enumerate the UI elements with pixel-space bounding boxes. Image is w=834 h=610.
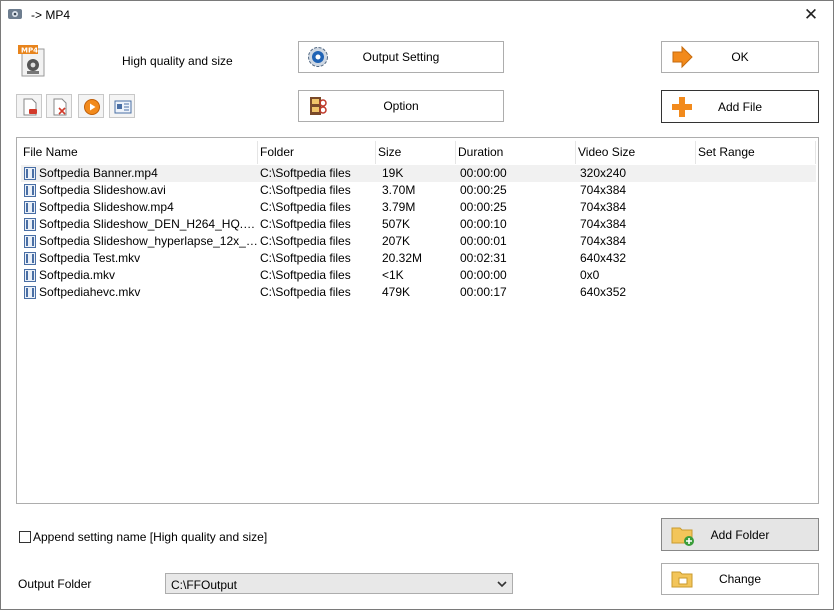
media-info-button[interactable]	[109, 94, 135, 118]
set-range-cell	[700, 233, 816, 250]
video-size-cell: 704x384	[580, 200, 627, 214]
output-setting-label: Output Setting	[362, 50, 440, 64]
folder-cell: C:\Softpedia files	[260, 251, 351, 265]
output-folder-select[interactable]: C:\FFOutput	[165, 573, 513, 594]
app-icon	[8, 9, 22, 19]
quality-label: High quality and size	[122, 54, 233, 68]
mp4-icon: MP4	[18, 45, 45, 77]
video-size-cell: 0x0	[580, 268, 600, 282]
append-setting-label: Append setting name [High quality and si…	[33, 530, 268, 544]
title-bar: -> MP4 ✕	[1, 1, 833, 29]
file-name-cell: Softpedia Test.mkv	[39, 251, 141, 265]
size-cell: 3.79M	[382, 200, 416, 214]
file-name-cell: Softpediahevc.mkv	[39, 285, 141, 299]
close-button[interactable]: ✕	[789, 1, 833, 29]
clear-list-button[interactable]	[46, 94, 72, 118]
folder-cell: C:\Softpedia files	[260, 285, 351, 299]
duration-cell: 00:00:00	[460, 268, 507, 282]
set-range-cell	[700, 284, 816, 301]
clear-list-icon	[53, 98, 67, 116]
video-size-cell: 704x384	[580, 183, 627, 197]
set-range-cell	[700, 267, 816, 284]
folder-cell: C:\Softpedia files	[260, 217, 351, 231]
main-window: -> MP4 ✕ MP4 High quality and size Outpu…	[0, 0, 834, 610]
file-list[interactable]: File Name Folder Size Duration Video Siz…	[16, 137, 819, 504]
remove-file-button[interactable]	[16, 94, 42, 118]
folder-cell: C:\Softpedia files	[260, 183, 351, 197]
set-range-cell	[700, 250, 816, 267]
change-label: Change	[718, 572, 762, 586]
set-range-cell	[700, 216, 816, 233]
table-row[interactable]: Softpedia Slideshow_DEN_H264_HQ.mp4 C:\So…	[21, 216, 816, 233]
table-row[interactable]: Softpediahevc.mkv C:\Softpedia files 479K 0…	[21, 284, 816, 301]
output-folder-label: Output Folder	[18, 577, 92, 591]
folder-cell: C:\Softpedia files	[260, 166, 351, 180]
folder-cell: C:\Softpedia files	[260, 234, 351, 248]
duration-cell: 00:00:10	[460, 217, 507, 231]
duration-cell: 00:00:01	[460, 234, 507, 248]
add-folder-label: Add Folder	[710, 527, 770, 542]
folder-cell: C:\Softpedia files	[260, 200, 351, 214]
duration-cell: 00:00:00	[460, 166, 507, 180]
add-file-button[interactable]: Add File	[661, 90, 819, 123]
file-list-header: File Name Folder Size Duration Video Siz…	[21, 141, 816, 164]
column-header-folder[interactable]: Folder	[258, 141, 376, 164]
play-button[interactable]	[78, 94, 104, 118]
file-name-cell: Softpedia Banner.mp4	[39, 166, 158, 180]
column-header-duration[interactable]: Duration	[456, 141, 576, 164]
table-row[interactable]: Softpedia Banner.mp4 C:\Softpedia files 19…	[21, 165, 816, 182]
window-title: -> MP4	[31, 8, 71, 22]
media-info-icon	[114, 100, 132, 114]
file-name-cell: Softpedia Slideshow.mp4	[39, 200, 174, 214]
size-cell: 3.70M	[382, 183, 416, 197]
column-header-video-size[interactable]: Video Size	[576, 141, 696, 164]
table-row[interactable]: Softpedia Slideshow.avi C:\Softpedia file…	[21, 182, 816, 199]
video-size-cell: 704x384	[580, 234, 627, 248]
video-size-cell: 640x432	[580, 251, 627, 265]
size-cell: 20.32M	[382, 251, 423, 265]
table-row[interactable]: Softpedia Slideshow.mp4 C:\Softpedia file…	[21, 199, 816, 216]
table-row[interactable]: Softpedia Test.mkv C:\Softpedia files 20.3…	[21, 250, 816, 267]
set-range-cell	[700, 182, 816, 199]
file-name-cell: Softpedia.mkv	[39, 268, 116, 282]
option-label: Option	[383, 99, 419, 113]
duration-cell: 00:00:25	[460, 183, 507, 197]
size-cell: <1K	[382, 268, 404, 282]
duration-cell: 00:00:17	[460, 285, 507, 299]
file-name-cell: Softpedia Slideshow_hyperlapse_12x_std..…	[39, 234, 258, 248]
duration-cell: 00:00:25	[460, 200, 507, 214]
remove-file-icon	[23, 98, 37, 116]
change-button[interactable]: Change	[661, 563, 819, 595]
size-cell: 207K	[382, 234, 411, 248]
duration-cell: 00:02:31	[460, 251, 507, 265]
ok-button[interactable]: OK	[661, 41, 819, 73]
output-folder-value: C:\FFOutput	[171, 578, 238, 592]
add-folder-button[interactable]: Add Folder	[661, 518, 819, 551]
set-range-cell	[700, 165, 816, 182]
column-header-set-range[interactable]: Set Range	[696, 141, 816, 164]
svg-text:MP4: MP4	[21, 47, 38, 55]
column-header-file-name[interactable]: File Name	[21, 141, 258, 164]
ok-label: OK	[731, 50, 749, 64]
table-row[interactable]: Softpedia.mkv C:\Softpedia files <1K 00:00:…	[21, 267, 816, 284]
play-icon	[84, 99, 100, 115]
set-range-cell	[700, 199, 816, 216]
add-file-label: Add File	[717, 99, 763, 114]
chevron-down-icon	[497, 581, 507, 588]
append-setting-checkbox[interactable]	[19, 531, 31, 543]
file-name-cell: Softpedia Slideshow.avi	[39, 183, 166, 197]
video-size-cell: 320x240	[580, 166, 627, 180]
video-size-cell: 704x384	[580, 217, 627, 231]
column-header-size[interactable]: Size	[376, 141, 456, 164]
size-cell: 507K	[382, 217, 411, 231]
file-name-cell: Softpedia Slideshow_DEN_H264_HQ.mp4	[39, 217, 258, 231]
size-cell: 479K	[382, 285, 411, 299]
video-size-cell: 640x352	[580, 285, 627, 299]
size-cell: 19K	[382, 166, 404, 180]
folder-cell: C:\Softpedia files	[260, 268, 351, 282]
output-setting-button[interactable]: Output Setting	[298, 41, 504, 73]
table-row[interactable]: Softpedia Slideshow_hyperlapse_12x_std..…	[21, 233, 816, 250]
option-button[interactable]: Option	[298, 90, 504, 122]
